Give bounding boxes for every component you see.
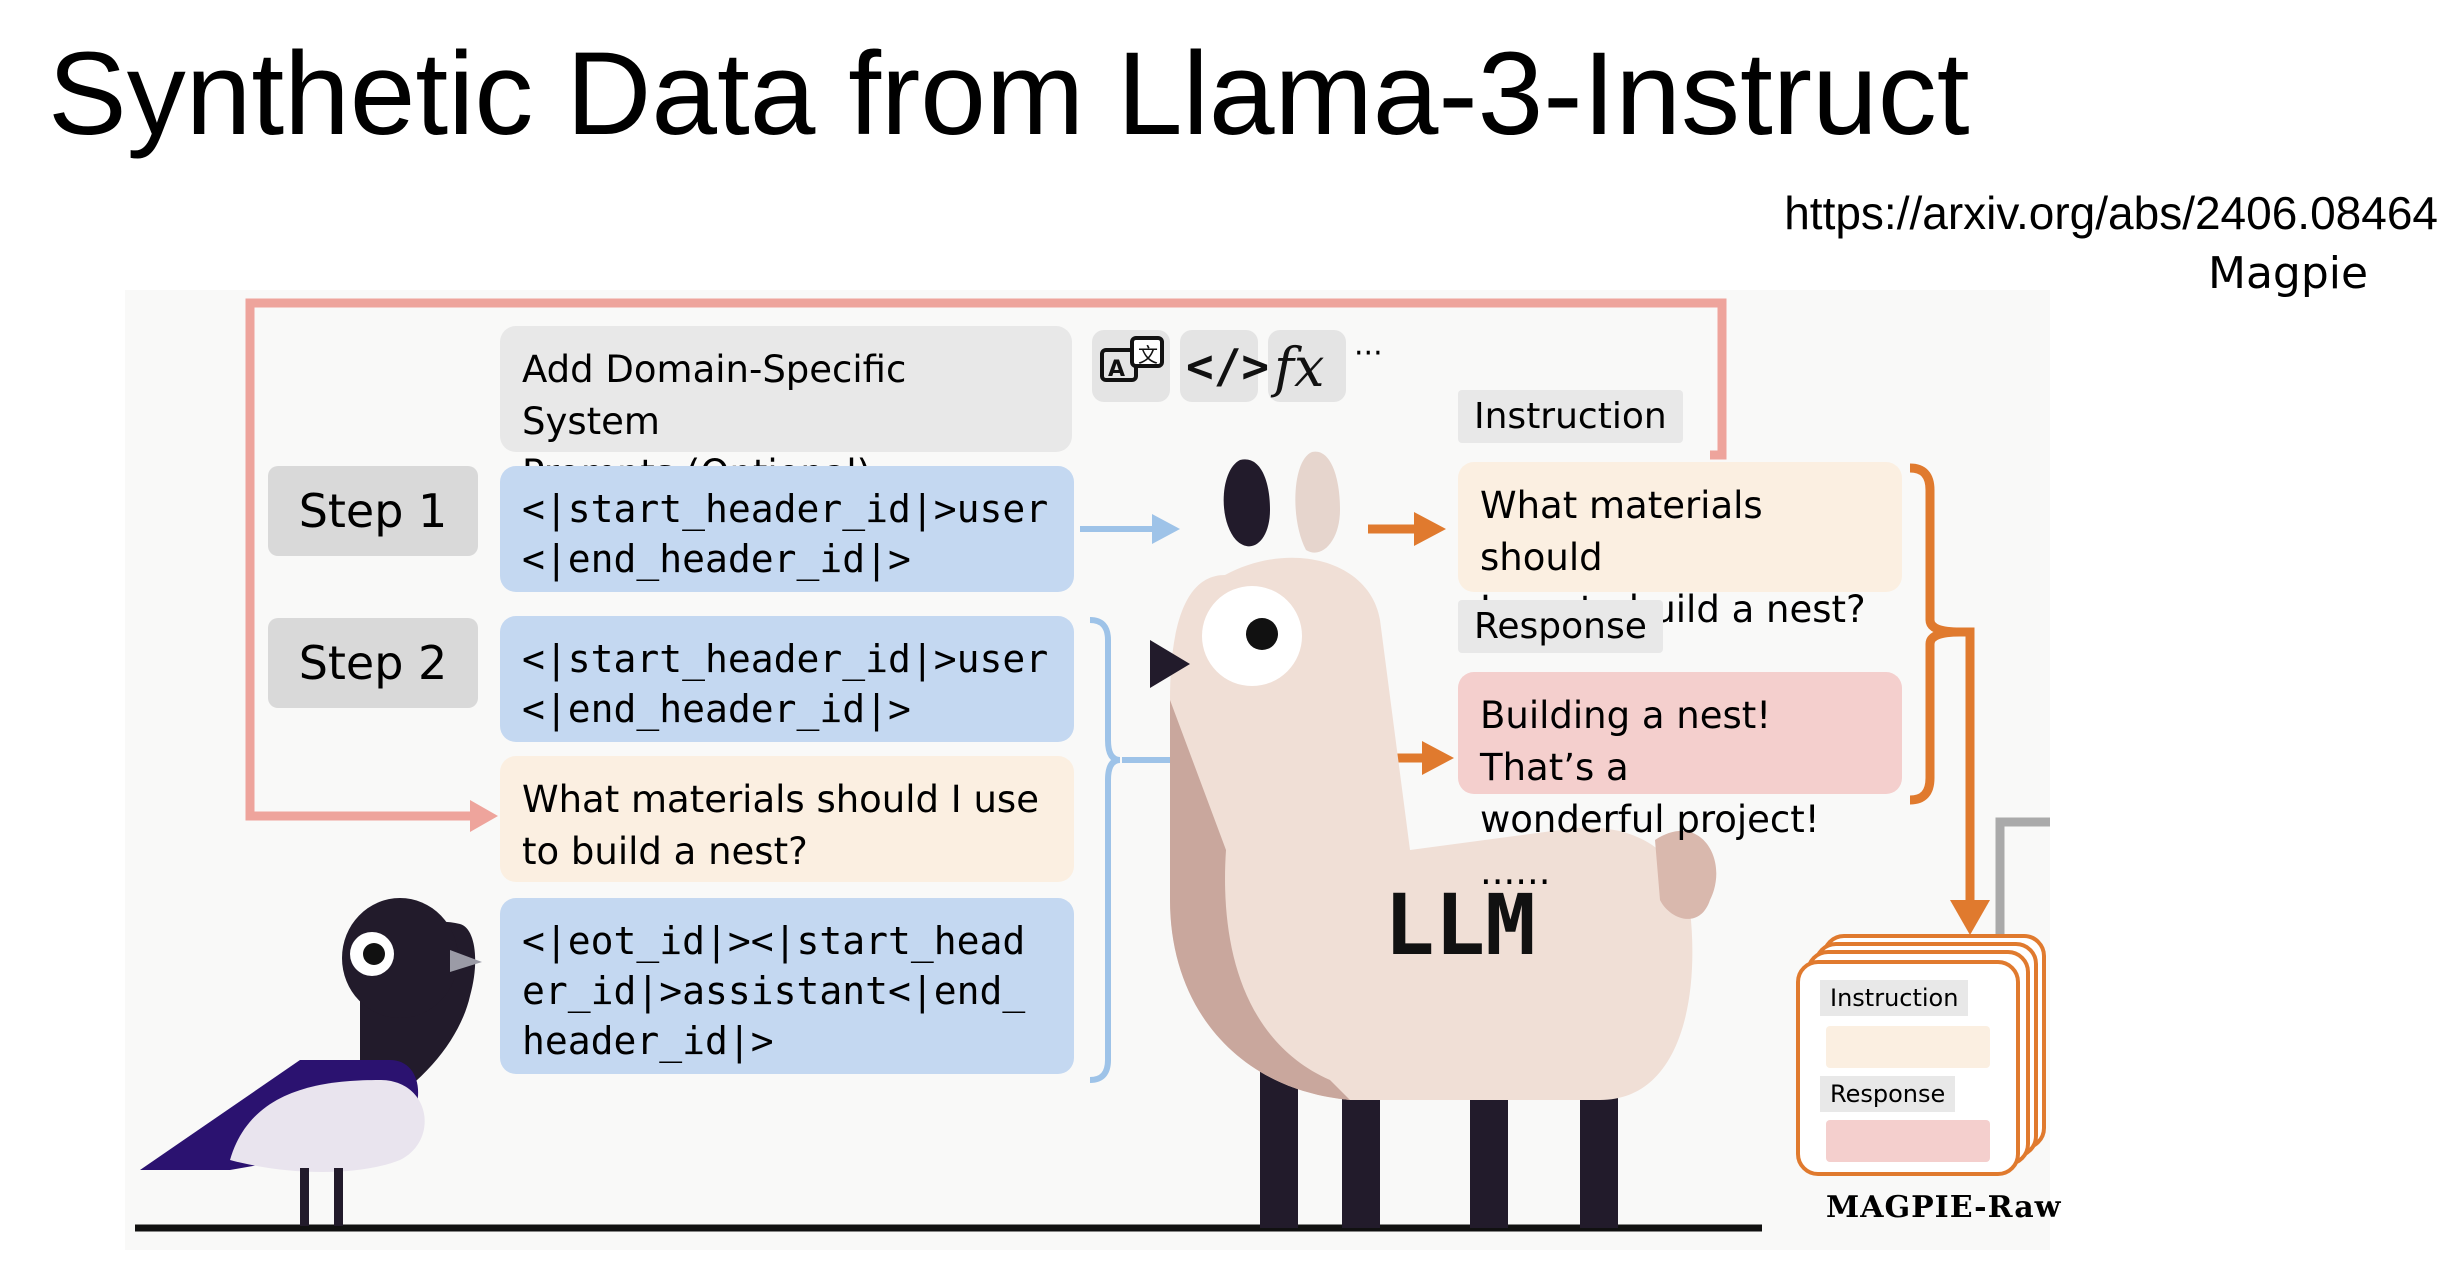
svg-text:A: A — [1108, 357, 1125, 382]
system-prompt-box: Add Domain-Specific System Prompts (Opti… — [500, 326, 1072, 495]
system-prompt-line1: Add Domain-Specific System — [522, 348, 907, 443]
response-label: Response — [1458, 600, 1663, 653]
step2-question-box: What materials should I use to build a n… — [500, 756, 1074, 882]
llm-label: LLM — [1384, 876, 1536, 974]
svg-text:</>: </> — [1186, 339, 1269, 393]
instruction-arrow-head — [1414, 512, 1446, 546]
step1-template-line1: <|start_header_id|>user — [522, 487, 1049, 531]
dataset-response-label: Response — [1820, 1076, 1956, 1112]
assistant-template-box: <|eot_id|><|start_head er_id|>assistant<… — [500, 898, 1074, 1074]
step2-template-line2: <|end_header_id|> — [522, 687, 911, 731]
loop-arrow-head — [470, 800, 498, 832]
instruction-label: Instruction — [1458, 390, 1683, 443]
dataset-instruction-field — [1826, 1026, 1990, 1068]
code-icon: </> — [1180, 330, 1269, 402]
step1-template-line2: <|end_header_id|> — [522, 537, 911, 581]
instruction-output-box: What materials should I use to build a n… — [1458, 462, 1902, 631]
assistant-template-line1: <|eot_id|><|start_head — [522, 919, 1026, 963]
response-arrow-head — [1422, 741, 1454, 775]
assistant-template-line2: er_id|>assistant<|end_ — [522, 969, 1026, 1013]
step2-label: Step 2 — [268, 618, 478, 708]
dataset-name: MAGPIE-Raw — [1826, 1190, 2062, 1225]
svg-text:fx: fx — [1270, 336, 1324, 399]
more-tools-ellipsis: ··· — [1354, 336, 1383, 371]
dataset-response-field — [1826, 1120, 1990, 1162]
assistant-template-line3: header_id|> — [522, 1019, 774, 1063]
magpie-illustration — [140, 898, 482, 1226]
function-icon: fx — [1268, 330, 1346, 402]
translate-icon: A 文 — [1092, 330, 1170, 402]
step2-question-line1: What materials should I use — [522, 778, 1039, 821]
step2-bracket — [1089, 617, 1121, 1083]
step2-template-box: <|start_header_id|>user <|end_header_id|… — [500, 616, 1074, 742]
svg-text:文: 文 — [1138, 343, 1158, 367]
step2-template-line1: <|start_header_id|>user — [522, 637, 1049, 681]
instruction-output-line1: What materials should — [1480, 484, 1763, 579]
output-arrow-head — [1950, 900, 1990, 935]
dataset-instruction-label: Instruction — [1820, 980, 1969, 1016]
step1-label: Step 1 — [268, 466, 478, 556]
output-bracket — [1909, 463, 1975, 905]
response-output-line2: wonderful project! ...... — [1480, 798, 1820, 893]
step1-arrow-head — [1152, 514, 1180, 544]
step2-question-line2: to build a nest? — [522, 830, 808, 873]
response-output-line1: Building a nest! That’s a — [1480, 694, 1772, 789]
step1-template-box: <|start_header_id|>user <|end_header_id|… — [500, 466, 1074, 592]
response-output-box: Building a nest! That’s a wonderful proj… — [1458, 672, 1902, 893]
